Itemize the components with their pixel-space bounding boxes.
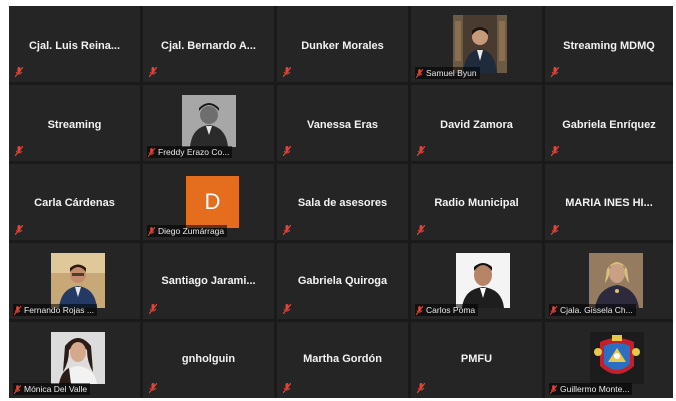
- muted-mic-icon: [283, 304, 291, 314]
- participant-name: Gabriela Enríquez: [562, 119, 656, 131]
- participant-name: Radio Municipal: [434, 197, 519, 209]
- participant-name: MARIA INES HI...: [565, 197, 653, 209]
- participant-name: Cjal. Luis Reina...: [28, 40, 121, 52]
- participant-tile[interactable]: Vanessa Eras: [277, 85, 408, 161]
- participant-name: Dunker Morales: [301, 40, 384, 52]
- participant-tile[interactable]: Guillermo Monte...: [545, 322, 673, 398]
- participant-tile[interactable]: Cjal. Bernardo A...: [143, 6, 274, 82]
- participant-name: Carlos Poma: [426, 305, 476, 315]
- participant-name: Sala de asesores: [297, 197, 388, 209]
- participant-video-thumbnail: [51, 332, 105, 384]
- avatar: D: [186, 176, 239, 228]
- muted-mic-icon: [283, 383, 291, 393]
- participant-tile[interactable]: Mónica Del Valle: [9, 322, 140, 398]
- muted-mic-icon: [417, 383, 425, 393]
- coat-of-arms-image: [590, 332, 644, 384]
- muted-mic-icon: [551, 67, 559, 77]
- participant-name: Cjal. Bernardo A...: [161, 40, 256, 52]
- participant-tile[interactable]: Gabriela Enríquez: [545, 85, 673, 161]
- muted-mic-icon: [417, 225, 425, 235]
- participant-tile[interactable]: Fernando Rojas ...: [9, 243, 140, 319]
- participant-name: Vanessa Eras: [307, 119, 378, 131]
- participant-tile[interactable]: Santiago Jarami...: [143, 243, 274, 319]
- participant-tile[interactable]: Cjal. Luis Reina...: [9, 6, 140, 82]
- participant-name: PMFU: [460, 353, 493, 365]
- participant-name: Fernando Rojas ...: [24, 305, 94, 315]
- participant-tile[interactable]: Dunker Morales: [277, 6, 408, 82]
- muted-mic-icon: [15, 67, 23, 77]
- participant-caption: Samuel Byun: [415, 67, 480, 79]
- muted-mic-icon: [550, 305, 557, 315]
- participant-tile[interactable]: gnholguin: [143, 322, 274, 398]
- participant-caption: Cjala. Gissela Ch...: [549, 304, 636, 316]
- participant-tile[interactable]: Cjala. Gissela Ch...: [545, 243, 673, 319]
- participant-name: Mónica Del Valle: [24, 384, 88, 394]
- muted-mic-icon: [14, 384, 21, 394]
- muted-mic-icon: [148, 147, 155, 157]
- muted-mic-icon: [14, 305, 21, 315]
- participant-name: Martha Gordón: [303, 353, 382, 365]
- participant-name: Freddy Erazo Co...: [158, 147, 230, 157]
- participant-video-thumbnail: [456, 253, 510, 308]
- participant-name: David Zamora: [440, 119, 513, 131]
- participant-name: Streaming: [47, 119, 102, 131]
- participant-tile[interactable]: Streaming: [9, 85, 140, 161]
- participant-tile[interactable]: Carlos Poma: [411, 243, 542, 319]
- participant-video-thumbnail: [182, 95, 236, 147]
- muted-mic-icon: [551, 225, 559, 235]
- muted-mic-icon: [15, 225, 23, 235]
- participant-tile[interactable]: Gabriela Quiroga: [277, 243, 408, 319]
- muted-mic-icon: [551, 146, 559, 156]
- muted-mic-icon: [550, 384, 557, 394]
- participant-tile[interactable]: Martha Gordón: [277, 322, 408, 398]
- muted-mic-icon: [149, 383, 157, 393]
- muted-mic-icon: [283, 67, 291, 77]
- participant-name: Santiago Jarami...: [161, 275, 256, 287]
- muted-mic-icon: [149, 304, 157, 314]
- muted-mic-icon: [15, 146, 23, 156]
- participant-caption: Freddy Erazo Co...: [147, 146, 233, 158]
- muted-mic-icon: [283, 146, 291, 156]
- participant-name: Carla Cárdenas: [34, 197, 115, 209]
- muted-mic-icon: [416, 68, 423, 78]
- muted-mic-icon: [149, 67, 157, 77]
- participant-name: Guillermo Monte...: [560, 384, 630, 394]
- participant-name: Streaming MDMQ: [563, 40, 655, 52]
- participant-name: Samuel Byun: [426, 68, 477, 78]
- participant-tile[interactable]: D Diego Zumárraga: [143, 164, 274, 240]
- participant-name: gnholguin: [181, 353, 236, 365]
- participant-tile[interactable]: PMFU: [411, 322, 542, 398]
- muted-mic-icon: [417, 146, 425, 156]
- participant-tile[interactable]: Carla Cárdenas: [9, 164, 140, 240]
- participant-name: Cjala. Gissela Ch...: [560, 305, 633, 315]
- participant-name: Gabriela Quiroga: [297, 275, 388, 287]
- participant-tile[interactable]: Samuel Byun: [411, 6, 542, 82]
- participant-video-thumbnail: [589, 253, 643, 308]
- participant-name: Diego Zumárraga: [158, 226, 225, 236]
- participant-caption: Mónica Del Valle: [13, 383, 91, 395]
- participant-video-thumbnail: [453, 15, 507, 73]
- muted-mic-icon: [148, 226, 155, 236]
- participant-tile[interactable]: Sala de asesores: [277, 164, 408, 240]
- participant-tile[interactable]: MARIA INES HI...: [545, 164, 673, 240]
- participant-caption: Diego Zumárraga: [147, 225, 228, 237]
- participant-tile[interactable]: Radio Municipal: [411, 164, 542, 240]
- participant-caption: Carlos Poma: [415, 304, 479, 316]
- muted-mic-icon: [283, 225, 291, 235]
- participant-tile[interactable]: Freddy Erazo Co...: [143, 85, 274, 161]
- participant-tile[interactable]: David Zamora: [411, 85, 542, 161]
- participant-video-thumbnail: [51, 253, 105, 308]
- participant-caption: Guillermo Monte...: [549, 383, 633, 395]
- participant-grid: Cjal. Luis Reina... Cjal. Bernardo A... …: [9, 6, 673, 398]
- muted-mic-icon: [416, 305, 423, 315]
- participant-tile[interactable]: Streaming MDMQ: [545, 6, 673, 82]
- participant-caption: Fernando Rojas ...: [13, 304, 97, 316]
